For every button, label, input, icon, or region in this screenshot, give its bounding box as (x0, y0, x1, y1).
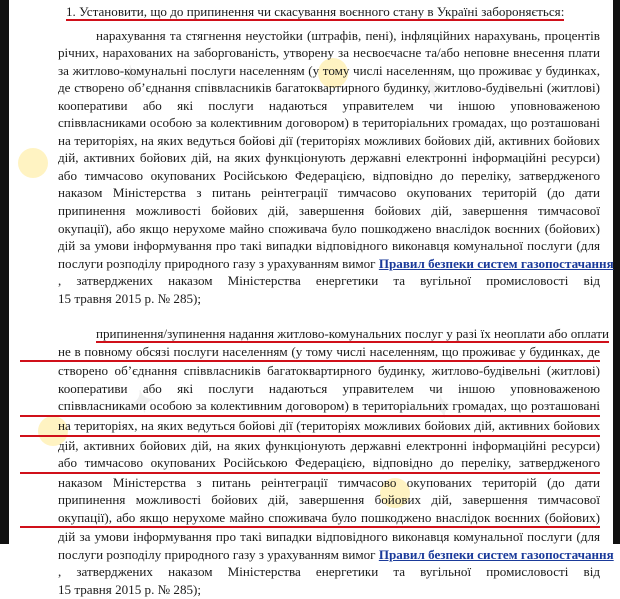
paragraph-1: нарахування та стягнення неустойки (штра… (20, 27, 614, 308)
text-line: на територіях, на яких ведуться бойові д… (20, 417, 600, 437)
text-line: кооперативи або які послуги надаються уп… (58, 97, 600, 113)
text-line: , затверджених наказом Міністерства енер… (58, 564, 600, 580)
text-line: співвласниками особою за колективним дог… (58, 115, 600, 131)
text-line: де створено об’єднання співвласників баг… (58, 80, 600, 96)
text-fragment: послуги розподілу природного газу з урах… (58, 255, 376, 271)
gas-safety-rules-link[interactable]: Правил безпеки систем газопостачання (379, 547, 614, 562)
text-line: окупації), або якщо нерухоме майно спожи… (20, 509, 600, 529)
text-line: послуги розподілу природного газу з урах… (20, 255, 614, 273)
text-line: або тимчасово окупованих Російською Феде… (58, 167, 600, 183)
text-line: припинення/зупинення надання житлово-ком… (20, 325, 609, 344)
heading-text: 1. Установити, що до припинення чи скасу… (66, 4, 565, 21)
underlined-text: припинення/зупинення надання житлово-ком… (96, 326, 609, 344)
text-line: припинення можливості бойових дій, завер… (58, 203, 600, 219)
text-line: дій за умови інформування про такі випад… (58, 529, 600, 545)
text-line: створено об’єднання співвласників багато… (58, 363, 600, 379)
text-line: на територіях, на яких ведуться бойові д… (58, 132, 600, 148)
text-line: співвласниками особою за колективним дог… (20, 397, 600, 418)
text-line: окупації), або якщо нерухоме майно спожи… (58, 220, 600, 236)
gas-safety-rules-link[interactable]: Правил безпеки систем газопостачання (379, 256, 614, 271)
text-line: 15 травня 2015 р. № 285); (58, 581, 202, 597)
clause-heading: 1. Установити, що до припинення чи скасу… (20, 3, 600, 21)
text-line: 15 травня 2015 р. № 285); (58, 290, 202, 306)
text-line: наказом Міністерства з питань реінтеграц… (58, 474, 600, 490)
text-line: послуги розподілу природного газу з урах… (20, 546, 614, 564)
text-line: наказом Міністерства з питань реінтеграц… (58, 185, 600, 201)
text-line: дій, активних бойових дій, на яких функц… (58, 437, 600, 453)
text-line: або тимчасово окупованих Російською Феде… (20, 454, 600, 474)
text-line: не в повному обсязі послуги населенням (… (20, 343, 600, 363)
document-page: 1. Установити, що до припинення чи скасу… (20, 3, 614, 599)
text-line: нарахування та стягнення неустойки (штра… (96, 27, 600, 43)
paragraph-2: припинення/зупинення надання житлово-ком… (20, 325, 614, 598)
text-fragment: послуги розподілу природного газу з урах… (58, 546, 376, 562)
text-line: за житлово-комунальні послуги населенням… (58, 62, 600, 78)
text-line: річних, нарахованих на заборгованість, у… (58, 45, 600, 61)
text-line: дій за умови інформування про такі випад… (58, 238, 600, 254)
text-line: кооперативи або які послуги надаються уп… (58, 380, 600, 396)
text-line: припинення можливості бойових дій, завер… (58, 492, 600, 508)
text-line: дій, активних бойових дій, на яких функц… (58, 150, 600, 166)
text-line: , затверджених наказом Міністерства енер… (58, 273, 600, 289)
